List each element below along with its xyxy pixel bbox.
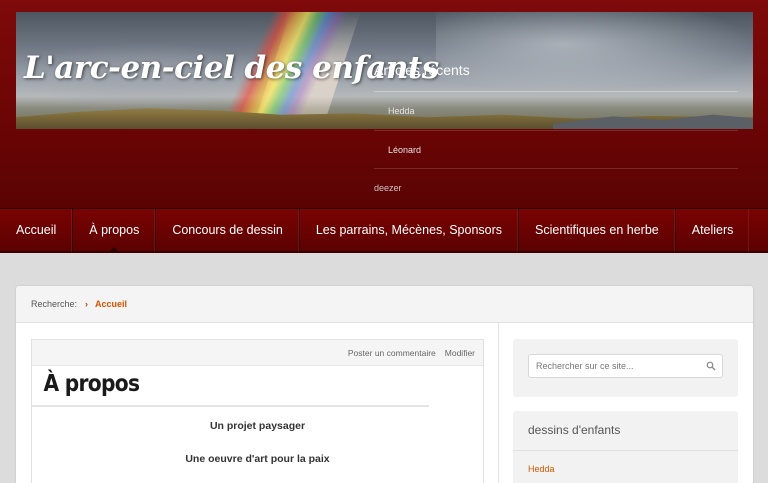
post-comment-link[interactable]: Poster un commentaire — [348, 348, 436, 358]
page-title: À propos — [32, 366, 429, 407]
site-header: L'arc-en-ciel des enfants Articles récen… — [0, 0, 768, 208]
column-divider — [498, 323, 499, 483]
post-actions: Poster un commentaire Modifier — [32, 340, 483, 366]
nav-item-concours[interactable]: Concours de dessin — [156, 209, 300, 252]
recent-post-link[interactable]: Léonard — [374, 131, 738, 169]
recent-post-link[interactable]: deezer — [374, 169, 738, 208]
nav-item-scientifiques[interactable]: Scientifiques en herbe — [519, 209, 676, 252]
post-text-line: Un projet paysager — [209, 420, 306, 432]
content-area: Recherche: › Accueil Poster un commentaire… — [16, 286, 753, 483]
breadcrumb-label: Recherche: — [31, 299, 78, 309]
edit-link[interactable]: Modifier — [445, 348, 475, 358]
recent-posts-title: Articles récents — [374, 62, 738, 92]
nav-item-a-propos[interactable]: À propos — [73, 209, 157, 252]
recent-posts-widget: Articles récents Hedda Léonard deezer — [374, 62, 738, 208]
search-field-wrapper — [528, 354, 723, 378]
breadcrumb-current[interactable]: Accueil — [95, 299, 127, 309]
sidebar: dessins d'enfants Hedda — [513, 339, 738, 483]
drawings-widget: dessins d'enfants Hedda — [513, 411, 738, 483]
recent-post-link[interactable]: Hedda — [374, 92, 738, 131]
chevron-right-icon: › — [85, 299, 89, 309]
widget-title: dessins d'enfants — [513, 411, 738, 451]
post-article: Poster un commentaire Modifier À propos U… — [31, 339, 484, 483]
search-icon[interactable] — [706, 361, 716, 371]
post-body: Un projet paysager Une oeuvre d'art pour… — [32, 407, 483, 483]
main-navigation: Accueil À propos Concours de dessin Les … — [0, 208, 768, 253]
widget-link-hedda[interactable]: Hedda — [513, 451, 738, 483]
breadcrumb: Recherche: › Accueil — [16, 286, 753, 323]
nav-item-accueil[interactable]: Accueil — [0, 209, 74, 252]
search-widget — [513, 339, 738, 397]
search-input[interactable] — [529, 355, 699, 377]
nav-item-ateliers[interactable]: Ateliers — [676, 209, 750, 252]
nav-item-parrains[interactable]: Les parrains, Mécènes, Sponsors — [300, 209, 520, 252]
post-text-line: Une oeuvre d'art pour la paix — [185, 453, 330, 465]
